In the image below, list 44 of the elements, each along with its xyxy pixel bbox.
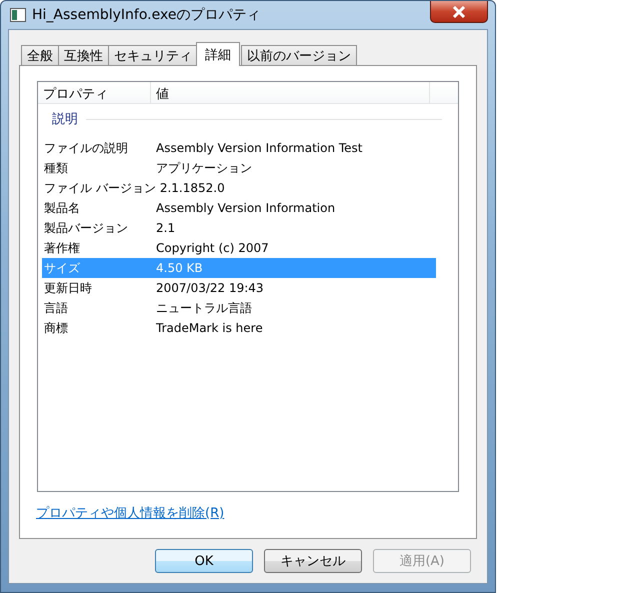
column-header[interactable]: プロパティ <box>38 82 151 103</box>
property-row[interactable]: 製品バージョン 2.1 <box>42 218 436 238</box>
property-name: サイズ <box>43 260 81 276</box>
property-row[interactable]: ファイルの説明 Assembly Version Information Test <box>42 138 436 158</box>
property-name: 商標 <box>43 320 69 336</box>
property-row[interactable]: 製品名 Assembly Version Information <box>42 198 436 218</box>
group-heading: 説明 <box>52 111 78 128</box>
property-row[interactable]: 著作権 Copyright (c) 2007 <box>42 238 436 258</box>
tab[interactable]: 互換性 <box>58 45 109 66</box>
property-row[interactable]: 種類 アプリケーション <box>42 158 436 178</box>
property-name: 著作権 <box>43 240 81 256</box>
property-value: 2.1.1852.0 <box>160 181 225 195</box>
close-icon <box>452 6 466 18</box>
property-row[interactable]: 商標 TradeMark is here <box>42 318 436 338</box>
property-name: 種類 <box>43 160 69 176</box>
property-row[interactable]: 言語 ニュートラル言語 <box>42 298 436 318</box>
tab[interactable]: 全般 <box>21 45 59 66</box>
property-name: ファイルの説明 <box>43 140 129 156</box>
tab[interactable]: セキュリティ <box>108 45 198 66</box>
property-name: 製品バージョン <box>43 220 129 236</box>
dialog-button[interactable]: OK <box>155 549 253 573</box>
remove-properties-link[interactable]: プロパティや個人情報を削除(R) <box>36 504 224 522</box>
property-value: Copyright (c) 2007 <box>156 241 269 255</box>
property-name: ファイル バージョン <box>43 180 157 196</box>
property-value: TradeMark is here <box>156 321 263 335</box>
property-value: アプリケーション <box>156 160 252 176</box>
property-value: 2007/03/22 19:43 <box>156 281 264 295</box>
property-value: ニュートラル言語 <box>156 300 252 316</box>
tab[interactable]: 以前のバージョン <box>241 45 357 66</box>
property-value: 2.1 <box>156 221 176 235</box>
property-name: 言語 <box>43 300 69 316</box>
column-header[interactable]: 値 <box>151 82 430 103</box>
property-row[interactable]: 更新日時 2007/03/22 19:43 <box>42 278 436 298</box>
property-row[interactable]: ファイル バージョン 2.1.1852.0 <box>42 178 436 198</box>
property-name: 更新日時 <box>43 280 93 296</box>
window-title: Hi_AssemblyInfo.exeのプロパティ <box>32 6 262 24</box>
close-button[interactable] <box>430 1 488 23</box>
property-value: Assembly Version Information Test <box>156 141 363 155</box>
property-value: Assembly Version Information <box>156 201 336 215</box>
property-name: 製品名 <box>43 200 81 216</box>
window-app-icon <box>10 8 26 22</box>
property-value: 4.50 KB <box>156 261 203 275</box>
dialog-button[interactable]: キャンセル <box>264 549 362 573</box>
tab[interactable]: 詳細 <box>196 42 240 66</box>
